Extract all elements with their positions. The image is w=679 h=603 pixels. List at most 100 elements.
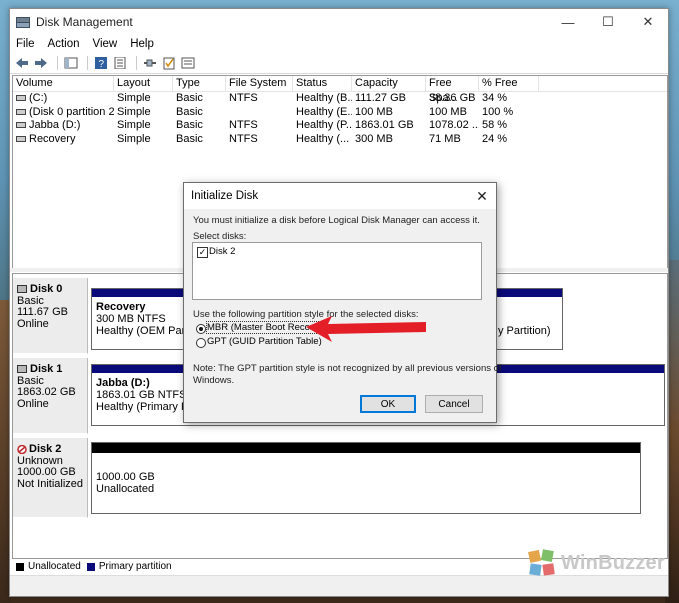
cell-layout: Simple <box>117 132 151 145</box>
menu-action[interactable]: Action <box>48 38 80 50</box>
cancel-button[interactable]: Cancel <box>425 395 483 413</box>
red-annotation-arrow-icon <box>306 316 426 342</box>
dialog-close-icon[interactable]: ✕ <box>474 188 490 204</box>
column-capacity[interactable]: Capacity <box>352 76 426 91</box>
column-free-space[interactable]: Free Spa... <box>426 76 479 104</box>
cell-layout: Simple <box>117 92 151 104</box>
menu-bar: File Action View Help <box>10 35 668 53</box>
gpt-note-line-1: Note: The GPT partition style is not rec… <box>193 363 502 374</box>
disk-not-initialized-icon <box>17 444 27 454</box>
partition-name: Jabba (D:) <box>96 377 150 389</box>
cell-layout: Simple <box>117 119 151 131</box>
partition-status: Healthy (OEM Partitio <box>96 325 186 337</box>
disk-status: Not Initialized <box>17 477 84 490</box>
disk-size: 1000.00 GB <box>17 466 76 478</box>
properties-icon[interactable] <box>112 56 128 70</box>
disk-status: Online <box>17 397 49 410</box>
cell-file-system: NTFS <box>229 132 258 145</box>
forward-icon[interactable] <box>33 56 49 70</box>
watermark-text: WinBuzzer <box>561 551 665 574</box>
help-icon[interactable]: ? <box>93 56 109 70</box>
disk-name: Disk 0 <box>30 283 63 295</box>
disk-row-2: Disk 2 Unknown 1000.00 GB Not Initialize… <box>13 438 667 518</box>
watermark: WinBuzzer <box>527 548 665 578</box>
disk-label-2[interactable]: Disk 2 Unknown 1000.00 GB Not Initialize… <box>13 438 88 518</box>
partition-status: Unallocated <box>96 483 155 495</box>
disk-2-label: Disk 2 <box>209 246 236 257</box>
cell-file-system: NTFS <box>229 119 258 131</box>
partition-name: Recovery <box>96 301 146 313</box>
close-button[interactable]: ✕ <box>628 9 668 35</box>
disk-size: 1863.02 GB <box>17 386 76 398</box>
legend-primary-label: Primary partition <box>98 561 172 572</box>
disk-label-0[interactable]: Disk 0 Basic 111.67 GB Online <box>13 278 88 354</box>
cell-capacity: 111.27 GB <box>355 92 406 104</box>
column-percent-free[interactable]: % Free <box>479 76 539 91</box>
disk-2-checkbox[interactable]: ✓ <box>197 247 208 258</box>
cell-capacity: 1863.01 GB <box>355 119 414 131</box>
column-status[interactable]: Status <box>293 76 352 91</box>
cell-free-space: 1078.02 ... <box>429 119 479 131</box>
menu-file[interactable]: File <box>16 38 35 50</box>
menu-help[interactable]: Help <box>130 38 154 50</box>
checklist-icon[interactable] <box>161 56 177 70</box>
table-row[interactable]: (C:) Simple Basic NTFS Healthy (B... 111… <box>13 92 667 106</box>
legend-primary-swatch <box>86 562 95 571</box>
volume-list-header: Volume Layout Type File System Status Ca… <box>13 76 667 104</box>
maximize-button[interactable]: ☐ <box>588 9 628 35</box>
connect-icon[interactable] <box>142 56 158 70</box>
cell-type: Basic <box>176 119 203 131</box>
cell-percent-free: 58 % <box>482 119 508 131</box>
settings-icon[interactable] <box>180 56 196 70</box>
mbr-radio[interactable] <box>196 324 206 334</box>
partition-unallocated[interactable]: 1000.00 GB Unallocated <box>91 442 641 514</box>
dialog-title-bar[interactable]: Initialize Disk ✕ <box>184 183 496 209</box>
initialize-disk-dialog: Initialize Disk ✕ You must initialize a … <box>183 182 502 423</box>
partition-size: 1000.00 GB <box>96 471 155 483</box>
partition-recovery[interactable]: Recovery 300 MB NTFS Healthy (OEM Partit… <box>91 288 187 350</box>
primary-bar <box>92 289 186 297</box>
status-bar <box>10 575 668 596</box>
disk-icon <box>17 285 27 294</box>
column-type[interactable]: Type <box>173 76 226 91</box>
cell-free-space: 100 MB <box>429 105 467 118</box>
toolbar-separator <box>57 56 58 70</box>
table-row[interactable]: Jabba (D:) Simple Basic NTFS Healthy (P.… <box>13 119 667 133</box>
title-bar[interactable]: Disk Management — ☐ ✕ <box>10 9 668 35</box>
menu-view[interactable]: View <box>93 38 118 50</box>
cell-type: Basic <box>176 92 203 104</box>
cell-type: Basic <box>176 105 203 118</box>
minimize-button[interactable]: — <box>548 9 588 35</box>
cell-percent-free: 24 % <box>482 132 508 145</box>
column-file-system[interactable]: File System <box>226 76 293 91</box>
cell-capacity: 300 MB <box>355 132 393 145</box>
table-row[interactable]: Recovery Simple Basic NTFS Healthy (... … <box>13 133 667 147</box>
cell-volume: (Disk 0 partition 2) <box>29 105 114 118</box>
cell-capacity: 100 MB <box>355 105 393 118</box>
volume-icon <box>16 108 26 115</box>
partition-c[interactable]: y Partition) <box>493 288 563 350</box>
cell-free-space: 38.36 GB <box>429 92 476 104</box>
table-row[interactable]: (Disk 0 partition 2) Simple Basic Health… <box>13 106 667 120</box>
toolbar-separator <box>87 56 88 70</box>
cell-percent-free: 100 % <box>482 105 514 118</box>
disk-select-list[interactable]: ✓ Disk 2 <box>192 242 482 300</box>
gpt-radio[interactable] <box>196 338 206 348</box>
disk-name: Disk 2 <box>29 443 62 455</box>
cell-percent-free: 34 % <box>482 92 508 104</box>
cell-status: Healthy (E... <box>296 105 352 118</box>
select-disks-label: Select disks: <box>193 231 247 242</box>
cell-file-system: NTFS <box>229 92 258 104</box>
unallocated-bar <box>92 443 640 453</box>
toolbar: ? <box>10 53 668 74</box>
back-icon[interactable] <box>14 56 30 70</box>
column-volume[interactable]: Volume <box>13 76 114 91</box>
column-layout[interactable]: Layout <box>114 76 173 91</box>
cell-layout: Simple <box>117 105 151 118</box>
svg-text:?: ? <box>99 59 105 69</box>
disk-status: Online <box>17 317 49 330</box>
console-tree-icon[interactable] <box>63 56 79 70</box>
ok-button[interactable]: OK <box>360 395 416 413</box>
disk-label-1[interactable]: Disk 1 Basic 1863.02 GB Online <box>13 358 88 434</box>
toolbar-separator <box>136 56 137 70</box>
